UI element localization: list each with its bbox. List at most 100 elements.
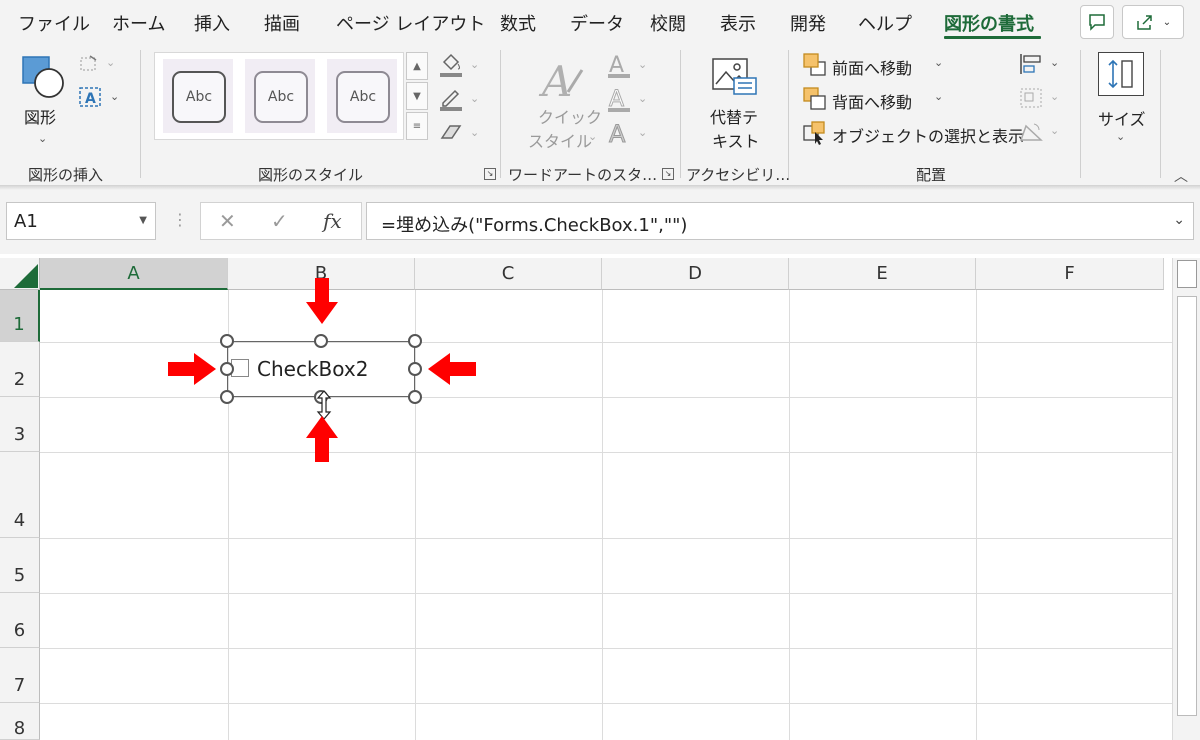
- text-fill-button[interactable]: A ⌄: [606, 52, 652, 80]
- select-all-button[interactable]: [0, 258, 40, 290]
- cancel-icon[interactable]: ✕: [219, 209, 236, 233]
- rotate-icon: [1019, 123, 1043, 141]
- formula-input[interactable]: =埋め込み("Forms.CheckBox.1","") ⌄: [366, 202, 1194, 240]
- group-separator: [1160, 50, 1161, 178]
- row-header-2[interactable]: 2: [0, 342, 40, 397]
- selection-pane-button[interactable]: オブジェクトの選択と表示: [802, 120, 1024, 148]
- shapes-icon: [22, 56, 64, 98]
- tab-formulas[interactable]: 数式: [500, 10, 536, 36]
- align-button[interactable]: ⌄: [1018, 52, 1064, 78]
- style-tile[interactable]: Abc: [163, 59, 233, 133]
- text-box-button[interactable]: A ⌄: [78, 86, 122, 110]
- shape-fill-button[interactable]: ⌄: [438, 52, 484, 78]
- chevron-down-icon: ⌄: [934, 56, 944, 69]
- row-header-8[interactable]: 8: [0, 703, 40, 740]
- selection-pane-icon: [803, 121, 825, 145]
- size-button[interactable]: サイズ ⌄: [1094, 50, 1148, 150]
- shape-effects-button[interactable]: ⌄: [438, 120, 484, 146]
- gallery-more-button[interactable]: ≡: [406, 112, 428, 140]
- name-box[interactable]: A1 ▼: [6, 202, 156, 240]
- group-separator: [500, 50, 501, 178]
- tab-view[interactable]: 表示: [720, 10, 756, 36]
- scroll-up-button[interactable]: [1177, 260, 1197, 288]
- tab-shape-format[interactable]: 図形の書式: [944, 10, 1034, 36]
- edit-shape-button[interactable]: ⌄: [78, 54, 118, 76]
- resize-handle-bottom-left[interactable]: [220, 390, 234, 404]
- rotate-button[interactable]: ⌄: [1018, 120, 1064, 146]
- shape-outline-button[interactable]: ⌄: [438, 86, 484, 112]
- send-backward-button[interactable]: 背面へ移動 ⌄: [802, 86, 952, 114]
- bring-forward-button[interactable]: 前面へ移動 ⌄: [802, 52, 952, 80]
- text-effects-button[interactable]: A ⌄: [606, 120, 652, 149]
- style-tile[interactable]: Abc: [245, 59, 315, 133]
- tab-draw[interactable]: 描画: [264, 10, 300, 36]
- row-header-6[interactable]: 6: [0, 593, 40, 648]
- tab-page-layout[interactable]: ページ レイアウト: [336, 10, 485, 36]
- tab-review[interactable]: 校閲: [650, 10, 686, 36]
- group-objects-button[interactable]: ⌄: [1018, 86, 1064, 112]
- column-header-d[interactable]: D: [602, 258, 789, 290]
- wordart-icon: A: [538, 57, 584, 104]
- tab-help[interactable]: ヘルプ: [858, 10, 912, 36]
- row-header-7[interactable]: 7: [0, 648, 40, 703]
- gallery-scroll-up-button[interactable]: ▲: [406, 52, 428, 80]
- scroll-thumb[interactable]: [1177, 296, 1197, 716]
- arrow-up-icon: [306, 416, 338, 462]
- alt-text-button[interactable]: 代替テ キスト: [700, 52, 770, 156]
- style-tile[interactable]: Abc: [327, 59, 397, 133]
- shapes-button[interactable]: 図形 ⌄: [14, 52, 70, 152]
- chevron-down-icon: ⌄: [1116, 130, 1126, 143]
- selection-pane-label: オブジェクトの選択と表示: [832, 127, 1025, 146]
- chevron-down-icon: ⌄: [638, 58, 648, 71]
- resize-handle-top[interactable]: [314, 334, 328, 348]
- collapse-ribbon-icon[interactable]: ︿: [1174, 166, 1188, 186]
- column-header-c[interactable]: C: [415, 258, 602, 290]
- share-button[interactable]: ⌄: [1122, 5, 1184, 39]
- tab-insert[interactable]: 挿入: [194, 10, 230, 36]
- style-preview: Abc: [172, 71, 226, 123]
- group-label-insert-shapes: 図形の挿入: [28, 166, 104, 184]
- tab-file[interactable]: ファイル: [18, 10, 90, 36]
- send-backward-icon: [803, 87, 826, 110]
- row-header-3[interactable]: 3: [0, 397, 40, 452]
- worksheet-grid[interactable]: A B C D E F 1 2 3 4 5 6 7 8 CheckBox2: [0, 254, 1200, 740]
- group-label-wordart: ワードアートのスタ…: [508, 166, 658, 184]
- row-header-5[interactable]: 5: [0, 538, 40, 593]
- tab-data[interactable]: データ: [570, 10, 624, 36]
- text-outline-button[interactable]: A ⌄: [606, 86, 652, 114]
- ribbon-tab-bar: ファイル ホーム 挿入 描画 ページ レイアウト 数式 データ 校閲 表示 開発…: [0, 0, 1200, 44]
- group-separator: [140, 50, 141, 178]
- resize-handle-top-right[interactable]: [408, 334, 422, 348]
- dialog-launcher-icon[interactable]: ↘: [662, 168, 674, 180]
- tab-developer[interactable]: 開発: [790, 10, 826, 36]
- resize-handle-top-left[interactable]: [220, 334, 234, 348]
- vertical-scrollbar[interactable]: [1172, 258, 1200, 740]
- row-header-4[interactable]: 4: [0, 452, 40, 538]
- resize-grip-icon[interactable]: ⋮: [172, 210, 188, 229]
- arrow-down-icon: [306, 278, 338, 324]
- column-header-e[interactable]: E: [789, 258, 976, 290]
- dialog-launcher-icon[interactable]: ↘: [484, 168, 496, 180]
- gridline: [976, 290, 977, 740]
- row-header-1[interactable]: 1: [0, 290, 40, 342]
- active-tab-indicator: [944, 36, 1041, 39]
- resize-handle-left[interactable]: [220, 362, 234, 376]
- column-header-f[interactable]: F: [976, 258, 1164, 290]
- comments-button[interactable]: [1080, 5, 1114, 39]
- text-effects-icon: A: [609, 120, 627, 149]
- size-label: サイズ: [1098, 110, 1146, 129]
- gallery-scroll-down-button[interactable]: ▼: [406, 82, 428, 110]
- formula-buttons: ✕ ✓ fx: [200, 202, 362, 240]
- column-header-a[interactable]: A: [40, 258, 228, 290]
- group-separator: [1080, 50, 1081, 178]
- group-separator: [788, 50, 789, 178]
- resize-handle-right[interactable]: [408, 362, 422, 376]
- enter-icon[interactable]: ✓: [271, 209, 288, 233]
- chevron-down-icon: ⌄: [1162, 16, 1172, 28]
- tab-home[interactable]: ホーム: [112, 10, 165, 36]
- chevron-down-icon: ⌄: [588, 130, 598, 143]
- quick-styles-button[interactable]: A クイック スタイル ⌄: [524, 52, 602, 156]
- insert-function-button[interactable]: fx: [323, 209, 342, 233]
- expand-formula-icon[interactable]: ⌄: [1173, 212, 1185, 228]
- resize-handle-bottom-right[interactable]: [408, 390, 422, 404]
